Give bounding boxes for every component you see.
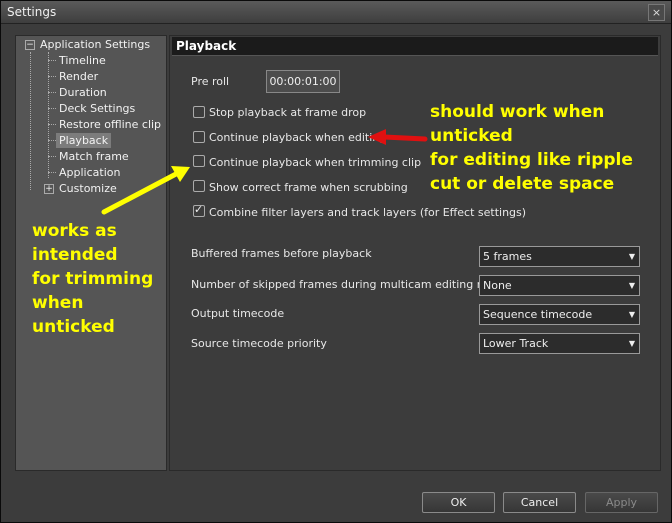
tree-item-deck-settings[interactable]: Deck Settings — [59, 101, 135, 116]
tree-item-application[interactable]: Application — [59, 165, 120, 180]
stop-playback-checkbox[interactable] — [193, 106, 205, 118]
annotation-right-line: should work when — [430, 102, 605, 122]
tree-item-timeline[interactable]: Timeline — [59, 53, 106, 68]
window-title: Settings — [7, 5, 57, 19]
annotation-right-line: unticked — [430, 126, 513, 146]
tree-item-customize[interactable]: Customize — [59, 181, 117, 196]
tree-connector — [48, 172, 56, 173]
continue-trimming-label: Continue playback when trimming clip — [209, 156, 422, 169]
combine-layers-label: Combine filter layers and track layers (… — [209, 206, 527, 219]
skipped-frames-label: Number of skipped frames during multicam… — [191, 278, 508, 291]
annotation-right-line: for editing like ripple — [430, 150, 633, 170]
continue-trimming-checkbox[interactable] — [193, 155, 205, 167]
tree-connector — [48, 156, 56, 157]
annotation-right-line: cut or delete space — [430, 174, 615, 194]
tree-line — [48, 52, 49, 178]
chevron-down-icon: ▼ — [628, 310, 635, 319]
tree-connector — [48, 140, 56, 141]
close-icon: × — [651, 6, 662, 19]
expand-icon[interactable]: + — [44, 184, 54, 194]
title-bar: Settings × — [1, 1, 671, 24]
source-timecode-value: Lower Track — [483, 337, 549, 350]
tree-connector — [48, 124, 56, 125]
annotation-left-line: for trimming — [32, 269, 154, 289]
preroll-label: Pre roll — [191, 75, 230, 88]
close-button[interactable]: × — [648, 4, 665, 21]
annotation-left-line: when — [32, 293, 84, 313]
ok-button[interactable]: OK — [422, 492, 495, 513]
skipped-frames-select[interactable]: None ▼ — [479, 275, 640, 296]
continue-editing-checkbox[interactable] — [193, 131, 205, 143]
tree-item-application-settings[interactable]: Application Settings — [40, 37, 150, 52]
source-timecode-label: Source timecode priority — [191, 337, 327, 350]
tree-item-match-frame[interactable]: Match frame — [59, 149, 129, 164]
annotation-right: should work when unticked for editing li… — [430, 100, 633, 196]
tree-item-render[interactable]: Render — [59, 69, 98, 84]
annotation-left-line: intended — [32, 245, 118, 265]
panel-title: Playback — [176, 39, 237, 53]
output-timecode-select[interactable]: Sequence timecode ▼ — [479, 304, 640, 325]
chevron-down-icon: ▼ — [628, 252, 635, 261]
tree-item-playback[interactable]: Playback — [56, 133, 112, 148]
panel-header: Playback — [172, 37, 658, 56]
tree-connector — [48, 108, 56, 109]
skipped-frames-value: None — [483, 279, 512, 292]
output-timecode-label: Output timecode — [191, 307, 285, 320]
continue-editing-label: Continue playback when editing — [209, 131, 387, 144]
cancel-button[interactable]: Cancel — [503, 492, 576, 513]
tree-connector — [48, 60, 56, 61]
stop-playback-label: Stop playback at frame drop — [209, 106, 367, 119]
tree-connector — [48, 76, 56, 77]
tree-line — [30, 52, 31, 190]
tree-connector — [48, 92, 56, 93]
apply-button[interactable]: Apply — [585, 492, 658, 513]
chevron-down-icon: ▼ — [628, 281, 635, 290]
show-correct-frame-label: Show correct frame when scrubbing — [209, 181, 408, 194]
annotation-left: works as intended for trimming when unti… — [32, 219, 153, 339]
show-correct-frame-checkbox[interactable] — [193, 180, 205, 192]
tree-item-duration[interactable]: Duration — [59, 85, 107, 100]
source-timecode-select[interactable]: Lower Track ▼ — [479, 333, 640, 354]
output-timecode-value: Sequence timecode — [483, 308, 593, 321]
annotation-left-line: works as — [32, 221, 117, 241]
preroll-input[interactable]: 00:00:01:00 — [266, 70, 340, 93]
buffered-frames-select[interactable]: 5 frames ▼ — [479, 246, 640, 267]
buffered-frames-value: 5 frames — [483, 250, 532, 263]
annotation-left-line: unticked — [32, 317, 115, 337]
chevron-down-icon: ▼ — [628, 339, 635, 348]
tree-item-restore-offline-clip[interactable]: Restore offline clip — [59, 117, 161, 132]
collapse-icon[interactable]: − — [25, 40, 35, 50]
buffered-frames-label: Buffered frames before playback — [191, 247, 372, 260]
combine-layers-checkbox[interactable] — [193, 203, 205, 217]
